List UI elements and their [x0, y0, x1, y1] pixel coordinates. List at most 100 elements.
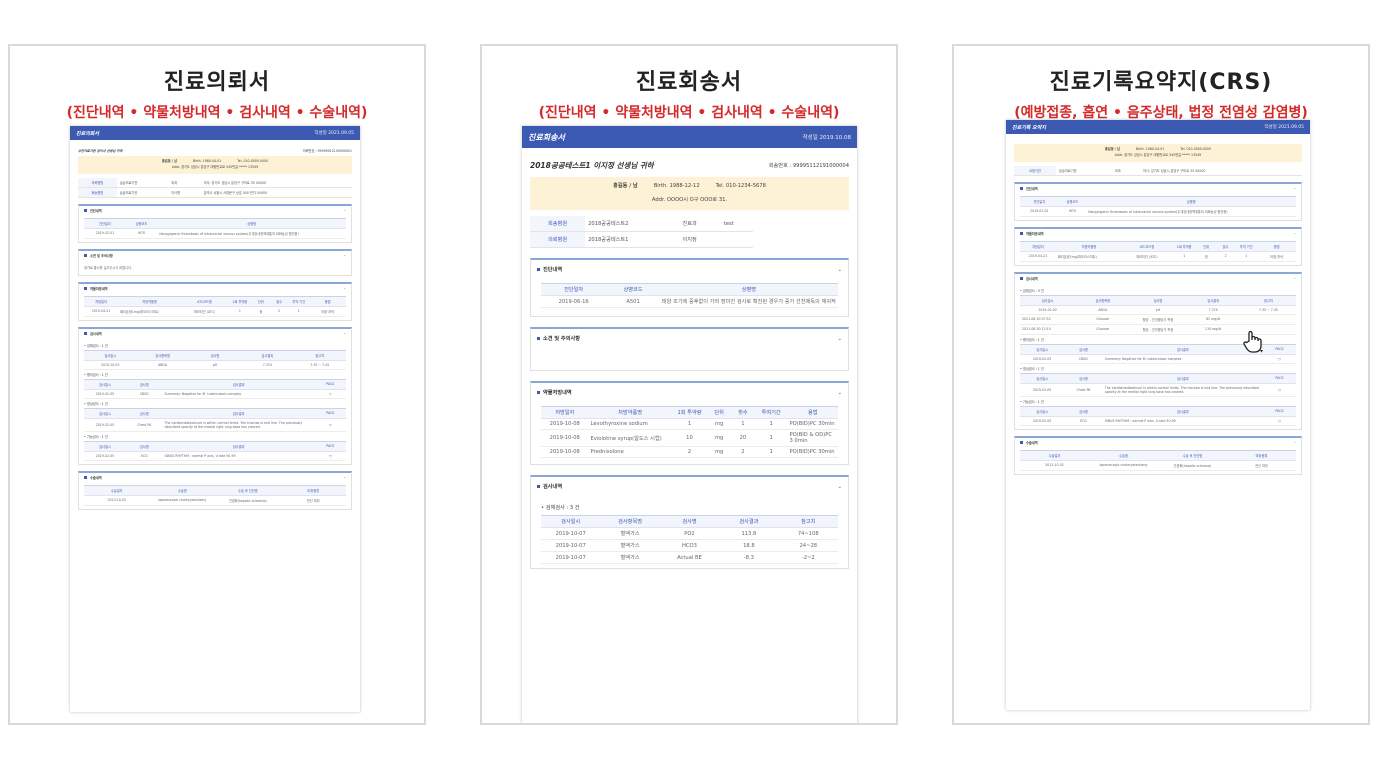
exam-section-header[interactable]: 검사내역 ⌄: [531, 477, 848, 496]
diagnosis-section-header[interactable]: 진단내역 ⌄: [531, 260, 848, 279]
chevron-down-icon[interactable]: ⌄: [1293, 440, 1296, 444]
table-cell[interactable]: ○: [314, 418, 346, 432]
table-row: 2019-02-05 CBSG Summary: Negative for M.…: [84, 389, 346, 399]
column-header: 검사명: [125, 378, 163, 390]
exam-section-header[interactable]: 검사내역 ⌄: [1015, 274, 1301, 283]
surgery-section-header[interactable]: 수술내역 ⌄: [1015, 438, 1301, 447]
referral-document[interactable]: 진료의뢰서 작성일 2021.09.05 수진의료기관 강의사 선생님 귀하 의…: [70, 126, 360, 712]
column-header: 처방약품명: [1055, 240, 1123, 252]
surgery-section-header[interactable]: 수술내역 ⌄: [79, 473, 351, 482]
table-cell[interactable]: ○: [314, 389, 346, 399]
column-header: 검사일시: [1020, 343, 1065, 355]
column-header: 검사일시: [1020, 294, 1076, 306]
bullet-icon: [84, 254, 87, 258]
table-cell: 의사명: [168, 187, 201, 198]
column-header: 검사결과: [162, 378, 315, 390]
chevron-down-icon[interactable]: ⌄: [838, 484, 842, 490]
table-cell: Chest PA: [125, 418, 163, 432]
exam-group-label: • 영상검사 : 1 건: [84, 401, 108, 406]
chevron-down-icon[interactable]: ⌄: [343, 286, 346, 290]
column-header: 처방약품명: [118, 295, 181, 307]
column-header: 투약 기간: [1235, 240, 1258, 252]
table-cell[interactable]: ○: [1262, 354, 1296, 364]
doc-header-title: 진료기록 요약지: [1012, 124, 1046, 131]
column-header: 참고치: [778, 515, 838, 529]
table-row: 2019-02-05 Chest PA The cardiomediastinu…: [1020, 383, 1296, 397]
table-cell: 의사: 강기도 성남시 분당구 구미로 35 00000: [200, 177, 352, 188]
section-title: 검사내역: [543, 484, 563, 491]
table-cell: 외과: [168, 177, 201, 188]
column-header: 검사결과: [241, 349, 294, 361]
table-cell: 페리돈정1mg(파오리스미트): [1055, 251, 1123, 262]
table-cell: 2019-02-05: [1020, 354, 1065, 364]
table-row: 2013-10-02 laparoscopic cholecystectomy …: [84, 495, 346, 506]
column-header: 수술명: [1089, 449, 1158, 461]
hospital-info-table: 회송병원 2018공공테스트2 진료과 test 의뢰병원 2018공공테스트1…: [530, 216, 754, 249]
exam-section-header[interactable]: 검사내역 ⌄: [79, 329, 351, 338]
table-cell: 113.8: [719, 527, 779, 541]
column-header: 횟수: [1215, 240, 1236, 252]
institution-name: 2018공공테스트1 이지정 선생님 귀하: [530, 161, 654, 170]
prescription-section-header[interactable]: 약물처방내역 ⌄: [531, 383, 848, 402]
table-row: 회송병원 2018공공테스트2 진료과 test: [530, 216, 754, 233]
prescription-section-header[interactable]: 약물처방내역 ⌄: [79, 284, 351, 293]
table-cell: 혈액가스: [600, 551, 660, 565]
table-cell: 의뢰병원: [530, 231, 586, 249]
chevron-down-icon[interactable]: ⌄: [1293, 186, 1296, 190]
column-header: PACS: [1262, 405, 1296, 417]
table-cell: 회송병원: [78, 187, 117, 198]
crs-document[interactable]: 진료기록 요약지 작성일 2021.09.05 홍길동 / 남 Birth. 1…: [1006, 120, 1310, 710]
section-title: 검사내역: [1026, 276, 1038, 281]
chevron-down-icon[interactable]: ⌄: [838, 390, 842, 396]
notes-section-header[interactable]: 소견 및 주의사항 ⌄: [531, 329, 848, 348]
return-referral-document[interactable]: 진료회송서 작성일 2019.10.08 2018공공테스트1 이지정 선생님 …: [522, 126, 857, 723]
table-cell: CBSG: [125, 389, 163, 399]
prescription-section-header[interactable]: 약물처방내역 ⌄: [1015, 229, 1301, 238]
table-cell: test: [720, 216, 754, 233]
column-header: 검사항목명: [600, 515, 660, 529]
column-header: 검사명: [1130, 294, 1186, 306]
table-cell: 태양 조기에 증후없이 가려 장미진 검사로 확진된 경우가 증가 선천매독의 …: [659, 295, 838, 309]
bullet-icon: [1020, 187, 1023, 191]
column-header: 검사결과: [1185, 294, 1241, 306]
chevron-down-icon[interactable]: ⌄: [343, 253, 346, 257]
notes-section-header[interactable]: 소견 및 주의사항 ⌄: [79, 251, 351, 260]
table-cell: The cardiomediastinum is within normal l…: [1102, 383, 1263, 397]
table-cell: 10: [671, 429, 708, 448]
diagnosis-section-header[interactable]: 진단내역 ⌄: [79, 206, 351, 215]
column-header: 검사명: [125, 407, 163, 419]
bullet-icon: [1020, 441, 1023, 445]
chevron-down-icon[interactable]: ⌄: [343, 331, 346, 335]
table-cell: ABGA: [1075, 305, 1131, 315]
chevron-down-icon[interactable]: ⌄: [1293, 276, 1296, 280]
chevron-down-icon[interactable]: ⌄: [838, 336, 842, 342]
table-cell: 간경화(hepatic sclerosis): [1158, 460, 1227, 471]
table-cell: pH: [1130, 305, 1186, 315]
table-cell: 의사: 강기도 성남시 분당구 구미로 35 00000: [1139, 165, 1302, 176]
table-cell: PO(BID & OD)PC 3 0min: [787, 429, 838, 448]
chevron-down-icon[interactable]: ⌄: [1293, 231, 1296, 235]
table-cell: 아침·저녁: [1257, 251, 1296, 262]
column-header: 검사결과: [719, 515, 779, 529]
patient-info-box: 홍길동 / 남 Birth. 1988-12-12 Tel. 010-1234-…: [530, 177, 849, 211]
panel-subtitle: (예방접종, 흡연 • 음주상태, 법정 전염성 감염병): [1014, 105, 1308, 121]
column-header: 진단일자: [1020, 195, 1059, 207]
diagnosis-section-header[interactable]: 진단내역 ⌄: [1015, 184, 1301, 193]
table-cell[interactable]: ○: [314, 451, 346, 461]
surgery-section: 수술내역 ⌄ 수술일자 수술명 수술 후 진단명 마취종류 2013-10-02: [78, 470, 352, 510]
column-header: 단위: [1196, 240, 1216, 252]
exam-section: 검사내역 ⌄ • 검체검사 : 1 건 검사일시 검사항목명 검사명 검사결과 …: [78, 326, 352, 465]
column-header: 검사일시: [1020, 372, 1065, 384]
table-cell[interactable]: ○: [1262, 416, 1296, 426]
chevron-down-icon[interactable]: ⌄: [838, 267, 842, 273]
table-cell: PO(BID)PC 30min: [787, 418, 838, 431]
diagnosis-section: 진단내역 ⌄ 진단일자 상병코드 상병명 2019-06-16 A501 태양 …: [530, 258, 849, 318]
table-cell: 2019-10-07: [541, 551, 601, 565]
table-cell: 전신 마취: [1227, 460, 1296, 471]
table-cell: [720, 231, 754, 249]
chevron-down-icon[interactable]: ⌄: [343, 208, 346, 212]
section-title: 약물처방내역: [543, 390, 572, 397]
column-header: 검사일시: [84, 349, 137, 361]
table-cell[interactable]: ○: [1262, 383, 1296, 397]
chevron-down-icon[interactable]: ⌄: [343, 475, 346, 479]
